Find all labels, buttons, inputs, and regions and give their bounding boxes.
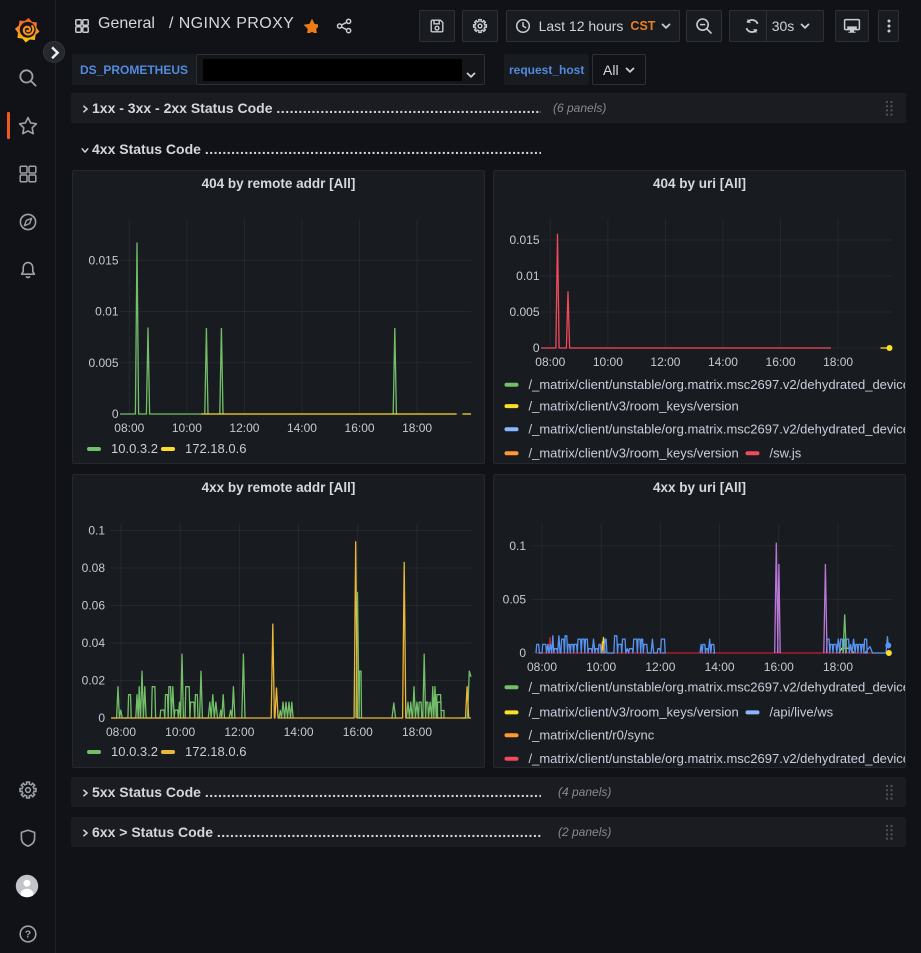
svg-text:16:00: 16:00 [345,421,375,435]
svg-text:/_matrix/client/unstable/org.m: /_matrix/client/unstable/org.matrix.msc2… [529,377,907,392]
svg-text:/sw.js: /sw.js [770,446,802,461]
svg-text:0.005: 0.005 [509,305,539,319]
svg-text:0: 0 [112,407,119,421]
svg-text:/api/live/ws: /api/live/ws [770,705,834,720]
svg-text:18:00: 18:00 [402,421,432,435]
svg-text:14:00: 14:00 [287,421,317,435]
svg-text:08:00: 08:00 [527,660,557,674]
svg-text:14:00: 14:00 [284,725,314,739]
svg-text:/_matrix/client/unstable/org.m: /_matrix/client/unstable/org.matrix.msc2… [529,680,907,695]
svg-text:0.01: 0.01 [95,305,119,319]
svg-text:?: ? [25,929,31,941]
svg-text:16:00: 16:00 [343,725,373,739]
svg-text:12:00: 12:00 [650,355,680,369]
svg-text:/_matrix/client/v3/room_keys/v: /_matrix/client/v3/room_keys/version [529,705,739,720]
svg-text:10.0.3.2: 10.0.3.2 [111,441,158,456]
svg-text:16:00: 16:00 [766,355,796,369]
svg-text:/_matrix/client/unstable/org.m: /_matrix/client/unstable/org.matrix.msc2… [529,422,907,437]
svg-text:0.015: 0.015 [88,253,118,267]
svg-text:08:00: 08:00 [106,725,136,739]
svg-text:/_matrix/client/unstable/org.m: /_matrix/client/unstable/org.matrix.msc2… [529,751,907,766]
svg-text:0: 0 [519,646,526,660]
svg-text:18:00: 18:00 [402,725,432,739]
svg-text:0.1: 0.1 [509,539,526,553]
svg-text:0.015: 0.015 [509,233,539,247]
svg-text:10:00: 10:00 [593,355,623,369]
svg-text:0.02: 0.02 [82,674,106,688]
svg-text:172.18.0.6: 172.18.0.6 [185,744,246,759]
svg-text:0.05: 0.05 [503,592,527,606]
svg-text:08:00: 08:00 [535,355,565,369]
svg-text:0.08: 0.08 [82,561,106,575]
svg-text:0.01: 0.01 [516,269,540,283]
svg-text:0.1: 0.1 [88,524,105,538]
svg-text:18:00: 18:00 [823,660,853,674]
svg-text:/_matrix/client/r0/sync: /_matrix/client/r0/sync [529,727,655,742]
svg-text:10:00: 10:00 [165,725,195,739]
svg-text:0: 0 [533,341,540,355]
svg-text:12:00: 12:00 [229,421,259,435]
svg-text:0: 0 [98,711,105,725]
svg-text:172.18.0.6: 172.18.0.6 [185,441,246,456]
svg-text:12:00: 12:00 [645,660,675,674]
svg-text:0.04: 0.04 [82,636,106,650]
svg-text:16:00: 16:00 [764,660,794,674]
svg-text:10:00: 10:00 [586,660,616,674]
svg-text:0.005: 0.005 [88,356,118,370]
svg-text:10:00: 10:00 [172,421,202,435]
svg-text:14:00: 14:00 [705,660,735,674]
svg-text:08:00: 08:00 [114,421,144,435]
svg-text:0.06: 0.06 [82,599,106,613]
svg-text:10.0.3.2: 10.0.3.2 [111,744,158,759]
svg-text:12:00: 12:00 [224,725,254,739]
svg-text:18:00: 18:00 [823,355,853,369]
svg-text:14:00: 14:00 [708,355,738,369]
svg-text:/_matrix/client/v3/room_keys/v: /_matrix/client/v3/room_keys/version [529,398,739,413]
svg-text:/_matrix/client/v3/room_keys/v: /_matrix/client/v3/room_keys/version [529,446,739,461]
